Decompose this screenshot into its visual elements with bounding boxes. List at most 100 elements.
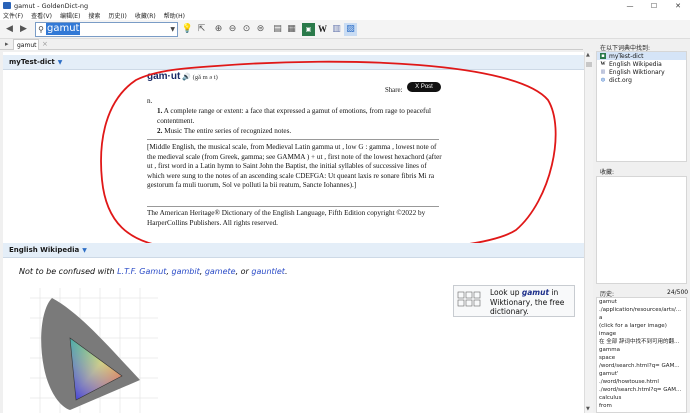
wiktionary-logo-icon — [457, 290, 483, 312]
history-item[interactable]: 在 全部 辞词中找不到可用的翻... — [597, 338, 686, 346]
dictionary-icon[interactable]: ▣ — [302, 22, 315, 36]
zoom-reset-icon[interactable]: ⊙ — [240, 23, 253, 36]
title-bar: gamut - GoldenDict-ng — [0, 0, 690, 11]
history-item[interactable]: calculus — [597, 394, 686, 402]
part-of-speech: n. — [147, 97, 153, 105]
history-item[interactable]: a — [597, 314, 686, 322]
globe-icon: ◍ — [600, 77, 606, 83]
link-gamete[interactable]: gamete — [205, 267, 236, 276]
back-icon[interactable]: ◀ — [3, 23, 16, 36]
found-item-dictorg[interactable]: ◍ dict.org — [597, 76, 686, 84]
sense-number: 2. — [157, 127, 163, 135]
link-gauntlet[interactable]: gauntlet — [251, 267, 285, 276]
pronunciation: (gă m ə t) — [192, 74, 218, 81]
found-name: dict.org — [609, 76, 632, 84]
minimize-button[interactable]: — — [618, 0, 642, 11]
print-icon[interactable]: ▦ — [285, 23, 298, 36]
wiktionary-icon[interactable]: ▥ — [330, 23, 343, 36]
favorites-panel[interactable] — [596, 176, 687, 284]
window-title: gamut - GoldenDict-ng — [14, 1, 89, 10]
close-button[interactable]: ✕ — [666, 0, 690, 11]
scroll-down-icon[interactable]: ▼ — [586, 406, 590, 412]
cie-diagram-image[interactable] — [30, 288, 158, 413]
etymology: [Middle English, the musical scale, from… — [147, 143, 442, 189]
book-icon: ▪ — [600, 53, 606, 59]
menu-view[interactable]: 查看(V) — [31, 11, 52, 20]
history-item[interactable]: ./word/search.html?q= GAM... — [597, 386, 686, 394]
history-item[interactable]: (click for a larger image) — [597, 322, 686, 330]
x-post-button[interactable]: X Post — [407, 82, 441, 92]
zoom-in-icon[interactable]: ⊕ — [212, 23, 225, 36]
forward-icon[interactable]: ▶ — [17, 23, 30, 36]
sense-1: 1. A complete range or extent: a face th… — [157, 107, 447, 126]
history-item[interactable]: image — [597, 330, 686, 338]
dict-header-wikipedia[interactable]: English Wikipedia ▼ — [3, 243, 584, 258]
link-gambit[interactable]: gambit — [172, 267, 200, 276]
close-icon[interactable]: × — [42, 40, 48, 48]
menu-help[interactable]: 帮助(H) — [164, 11, 185, 20]
app-icon — [3, 2, 11, 9]
history-item[interactable]: /word/search.html?q= GAM... — [597, 362, 686, 370]
copyright: The American Heritage® Dictionary of the… — [147, 209, 426, 227]
period: . — [284, 267, 288, 276]
menu-search[interactable]: 搜索 — [88, 11, 100, 20]
history-item[interactable]: gamma — [597, 346, 686, 354]
menu-file[interactable]: 文件(F) — [3, 11, 23, 20]
sense-text: A complete range or extent: a face that … — [157, 107, 432, 125]
dict-header-mytest[interactable]: myTest-dict ▼ — [3, 55, 584, 70]
found-item-mytest[interactable]: ▪ myTest-dict — [597, 52, 686, 60]
found-name: English Wiktionary — [609, 68, 665, 76]
history-item[interactable]: gamut — [597, 298, 686, 306]
menu-bar: 文件(F) 查看(V) 编辑(E) 搜索 历史(I) 收藏(R) 帮助(H) — [0, 11, 690, 20]
scroll-thumb[interactable] — [586, 62, 592, 67]
maximize-button[interactable]: ☐ — [642, 0, 666, 11]
lightbulb-icon[interactable]: 💡 — [181, 23, 194, 36]
headword: gam·ut — [147, 71, 181, 82]
scan-popup-icon[interactable]: ⇱ — [195, 23, 208, 36]
hatnote-text: Not to be confused with — [19, 267, 118, 276]
chevron-down-icon[interactable]: ▼ — [170, 26, 175, 33]
share-label: Share: — [385, 87, 403, 94]
dictserver-icon[interactable]: ▨ — [344, 22, 357, 36]
sense-2: 2. Music The entire series of recognized… — [157, 127, 447, 137]
history-item[interactable]: ./application/resources/arts/... — [597, 306, 686, 314]
wiktionary-link[interactable]: gamut — [522, 288, 549, 297]
history-item[interactable]: ./word/howtouse.html — [597, 378, 686, 386]
wiktionary-icon: ▥ — [600, 69, 606, 75]
history-item[interactable]: space — [597, 354, 686, 362]
collapse-arrow-icon[interactable]: ▼ — [58, 59, 63, 66]
tab-gamut[interactable]: gamut — [13, 39, 39, 50]
dict-name: myTest-dict — [9, 58, 55, 66]
found-item-wiktionary[interactable]: ▥ English Wiktionary — [597, 68, 686, 76]
wikt-prefix: Look up — [490, 288, 522, 297]
favorites-label: 收藏: — [600, 169, 615, 176]
search-input[interactable]: ⚲ gamut ▼ — [35, 21, 178, 37]
scroll-up-icon[interactable]: ▲ — [586, 52, 590, 58]
word-list-icon[interactable]: ⊜ — [254, 23, 267, 36]
wikipedia-icon[interactable]: W — [316, 23, 329, 36]
separator: , or — [235, 267, 252, 276]
divider — [147, 206, 439, 207]
history-item[interactable]: gamut' — [597, 370, 686, 378]
save-icon[interactable]: ▤ — [271, 23, 284, 36]
sense-number: 1. — [157, 107, 163, 115]
dict-name: English Wikipedia — [9, 246, 80, 254]
found-name: myTest-dict — [609, 52, 644, 60]
menu-edit[interactable]: 编辑(E) — [60, 11, 80, 20]
hatnote: Not to be confused with L.T.F. Gamut, ga… — [19, 267, 287, 276]
article-scrollbar[interactable]: ▲ ▼ — [584, 52, 593, 413]
history-list: gamut ./application/resources/arts/... a… — [596, 297, 687, 413]
history-item[interactable]: from — [597, 402, 686, 410]
headword-line: gam·ut 🔊 (gă m ə t) — [147, 72, 447, 83]
menu-history[interactable]: 历史(I) — [108, 11, 126, 20]
link-ltf-gamut[interactable]: L.T.F. Gamut — [117, 267, 166, 276]
speaker-icon[interactable]: 🔊 — [182, 73, 191, 81]
collapse-arrow-icon[interactable]: ▼ — [82, 247, 87, 254]
wiktionary-box: Look up gamut in Wiktionary, the free di… — [453, 285, 575, 317]
menu-favorites[interactable]: 收藏(R) — [135, 11, 156, 20]
search-value: gamut — [46, 23, 81, 35]
sense-text: Music The entire series of recognized no… — [164, 127, 292, 135]
new-tab-icon[interactable]: ▸ — [5, 40, 9, 48]
found-item-wikipedia[interactable]: W English Wikipedia — [597, 60, 686, 68]
zoom-out-icon[interactable]: ⊖ — [226, 23, 239, 36]
